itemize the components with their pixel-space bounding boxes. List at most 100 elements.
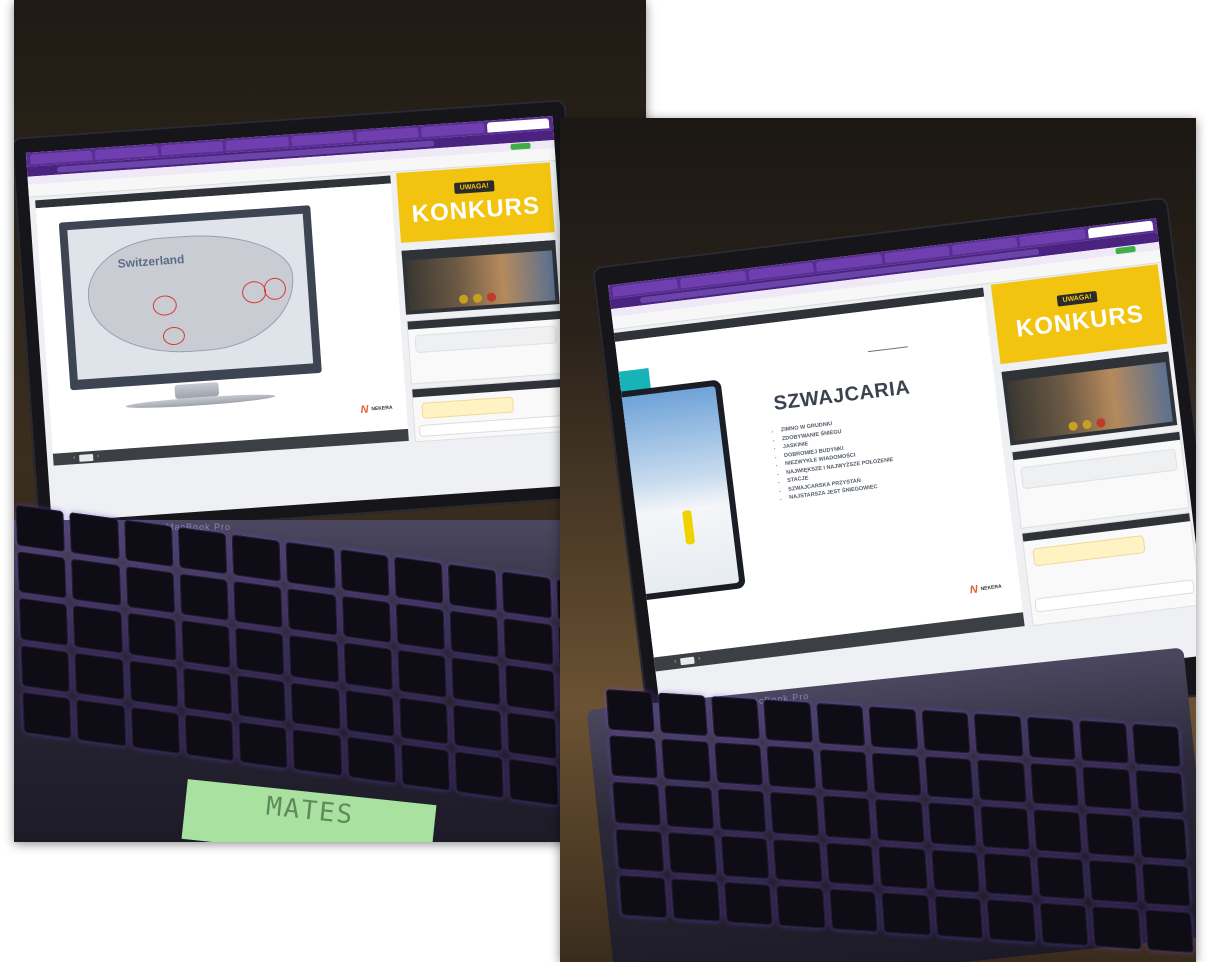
keyboard-key[interactable] bbox=[766, 745, 817, 790]
keyboard-key[interactable] bbox=[454, 751, 505, 799]
keyboard-key[interactable] bbox=[1134, 770, 1185, 814]
keyboard-key[interactable] bbox=[22, 691, 72, 740]
keyboard-key[interactable] bbox=[776, 885, 826, 929]
keyboard-key[interactable] bbox=[868, 706, 918, 750]
keyboard-key[interactable] bbox=[618, 874, 668, 919]
keyboard-key[interactable] bbox=[346, 736, 397, 784]
keyboard-key[interactable] bbox=[15, 504, 66, 553]
keyboard-key[interactable] bbox=[1144, 909, 1194, 953]
keyboard-key[interactable] bbox=[394, 556, 444, 605]
keyboard-key[interactable] bbox=[341, 595, 392, 644]
camera-icon[interactable] bbox=[1082, 419, 1093, 430]
keyboard-key[interactable] bbox=[605, 689, 656, 733]
keyboard-key[interactable] bbox=[125, 566, 175, 614]
keyboard-key[interactable] bbox=[233, 581, 283, 629]
keyboard-key[interactable] bbox=[339, 549, 390, 597]
keyboard-key[interactable] bbox=[508, 758, 559, 806]
keyboard-key[interactable] bbox=[238, 721, 288, 769]
keyboard-key[interactable] bbox=[130, 706, 180, 754]
keyboard-key[interactable] bbox=[711, 696, 761, 740]
attendee-row[interactable] bbox=[414, 325, 558, 354]
keyboard-key[interactable] bbox=[770, 792, 820, 836]
prev-icon[interactable]: ‹ bbox=[674, 659, 677, 665]
keyboard-key[interactable] bbox=[924, 756, 974, 800]
camera-icon[interactable] bbox=[472, 293, 483, 304]
keyboard-key[interactable] bbox=[449, 610, 500, 659]
keyboard-key[interactable] bbox=[822, 795, 872, 840]
keyboard-key[interactable] bbox=[825, 842, 876, 886]
keyboard-key[interactable] bbox=[927, 802, 977, 847]
keyboard-key[interactable] bbox=[345, 689, 395, 737]
keyboard-key[interactable] bbox=[451, 657, 501, 705]
keyboard-key[interactable] bbox=[714, 742, 764, 787]
keyboard-key[interactable] bbox=[73, 605, 123, 654]
keyboard-key[interactable] bbox=[502, 571, 552, 619]
keyboard-key[interactable] bbox=[934, 895, 984, 940]
hangup-icon[interactable] bbox=[1095, 417, 1106, 428]
keyboard-key[interactable] bbox=[1141, 862, 1191, 907]
keyboard-key[interactable] bbox=[986, 898, 1036, 943]
keyboard-key[interactable] bbox=[1039, 902, 1089, 946]
keyboard-key[interactable] bbox=[828, 888, 879, 933]
chat-input[interactable] bbox=[418, 414, 566, 438]
keyboard-key[interactable] bbox=[668, 831, 718, 876]
keyboard-key[interactable] bbox=[74, 652, 125, 700]
keyboard-key[interactable] bbox=[1138, 816, 1188, 861]
keyboard-key[interactable] bbox=[615, 828, 665, 872]
keyboard-key[interactable] bbox=[285, 541, 336, 590]
keyboard-key[interactable] bbox=[123, 519, 174, 567]
keyboard-key[interactable] bbox=[763, 699, 813, 744]
keyboard-key[interactable] bbox=[292, 728, 343, 777]
keyboard-key[interactable] bbox=[612, 781, 662, 826]
keyboard-key[interactable] bbox=[127, 613, 177, 661]
keyboard-key[interactable] bbox=[1085, 813, 1135, 857]
keyboard-key[interactable] bbox=[179, 573, 229, 622]
keyboard-key[interactable] bbox=[287, 588, 338, 636]
prev-icon[interactable]: ‹ bbox=[73, 455, 75, 461]
keyboard-key[interactable] bbox=[182, 667, 233, 715]
keyboard-key[interactable] bbox=[453, 704, 503, 752]
keyboard-key[interactable] bbox=[503, 618, 554, 666]
keyboard-key[interactable] bbox=[128, 659, 179, 708]
keyboard-key[interactable] bbox=[671, 878, 721, 922]
keyboard-key[interactable] bbox=[1036, 856, 1086, 900]
keyboard-key[interactable] bbox=[717, 788, 767, 833]
keyboard-key[interactable] bbox=[658, 692, 708, 737]
keyboard-key[interactable] bbox=[1029, 763, 1079, 807]
keyboard-key[interactable] bbox=[819, 749, 869, 793]
next-icon[interactable]: › bbox=[97, 453, 99, 459]
mic-icon[interactable] bbox=[1068, 421, 1079, 432]
keyboard-key[interactable] bbox=[609, 735, 659, 780]
keyboard-key[interactable] bbox=[977, 759, 1027, 804]
page-input[interactable] bbox=[679, 656, 695, 665]
keyboard-key[interactable] bbox=[816, 702, 866, 747]
keyboard-key[interactable] bbox=[875, 799, 925, 843]
keyboard-key[interactable] bbox=[930, 849, 981, 893]
keyboard-key[interactable] bbox=[395, 603, 446, 651]
keyboard-key[interactable] bbox=[973, 713, 1024, 757]
keyboard-key[interactable] bbox=[871, 752, 922, 797]
keyboard-key[interactable] bbox=[1082, 766, 1132, 811]
keyboard-key[interactable] bbox=[448, 564, 498, 612]
hangup-icon[interactable] bbox=[486, 292, 497, 303]
keyboard-key[interactable] bbox=[661, 738, 711, 783]
keyboard-key[interactable] bbox=[343, 642, 393, 691]
next-icon[interactable]: › bbox=[698, 656, 701, 662]
keyboard-key[interactable] bbox=[17, 551, 67, 599]
keyboard-key[interactable] bbox=[1032, 809, 1083, 854]
keyboard-key[interactable] bbox=[235, 627, 285, 676]
keyboard-key[interactable] bbox=[773, 838, 823, 883]
chat-input[interactable] bbox=[1034, 579, 1195, 613]
keyboard-key[interactable] bbox=[983, 852, 1033, 897]
keyboard-key[interactable] bbox=[231, 534, 282, 582]
keyboard-key[interactable] bbox=[921, 709, 971, 754]
keyboard-key[interactable] bbox=[878, 845, 928, 890]
keyboard-key[interactable] bbox=[71, 558, 121, 607]
keyboard-key[interactable] bbox=[399, 696, 449, 745]
page-input[interactable] bbox=[78, 453, 94, 462]
keyboard-key[interactable] bbox=[1091, 905, 1142, 950]
keyboard-key[interactable] bbox=[400, 743, 451, 791]
keyboard-key[interactable] bbox=[177, 527, 228, 575]
keyboard-key[interactable] bbox=[69, 512, 120, 560]
keyboard-key[interactable] bbox=[507, 711, 557, 760]
